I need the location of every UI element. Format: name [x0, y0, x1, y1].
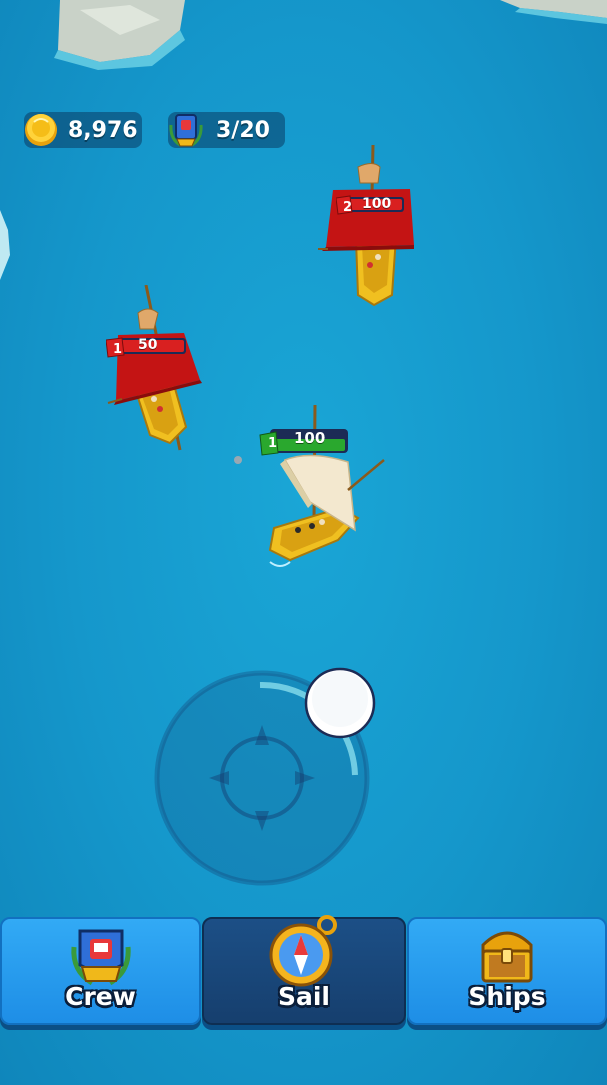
sail-label: Sail [277, 982, 330, 1011]
ships-button[interactable]: Ships [407, 917, 607, 1025]
island-left-edge [0, 210, 10, 280]
crew-counter: 3/20 [168, 112, 285, 148]
ships-label: Ships [468, 982, 546, 1011]
crew-amount: 3/20 [216, 117, 270, 143]
enemy-ship-top[interactable] [318, 145, 418, 315]
crew-emblem-icon [169, 114, 203, 147]
cannonball [234, 456, 242, 464]
crew-button[interactable]: Crew [0, 917, 201, 1025]
enemy-left-level: 1 [113, 342, 123, 357]
player-level: 1 [268, 436, 278, 451]
enemy-top-level: 2 [343, 200, 353, 215]
gold-coin-icon [25, 114, 57, 146]
crew-label: Crew [65, 982, 136, 1011]
gold-counter: 8,976 [24, 112, 142, 148]
island-top [54, 0, 185, 70]
player-hp: 100 [294, 429, 326, 447]
island-top-right [500, 0, 607, 24]
bottom-nav: Crew Sail Ships [0, 915, 607, 1029]
crew-emblem-icon [70, 929, 131, 986]
gold-amount: 8,976 [68, 117, 138, 143]
enemy-left-hp: 50 [138, 337, 158, 353]
sail-button[interactable]: Sail [202, 915, 406, 1025]
movement-joystick[interactable] [150, 665, 380, 895]
enemy-top-hp: 100 [362, 196, 392, 212]
treasure-chest-icon [481, 931, 533, 983]
compass-icon [269, 915, 337, 987]
enemy-ship-left[interactable] [104, 285, 204, 455]
